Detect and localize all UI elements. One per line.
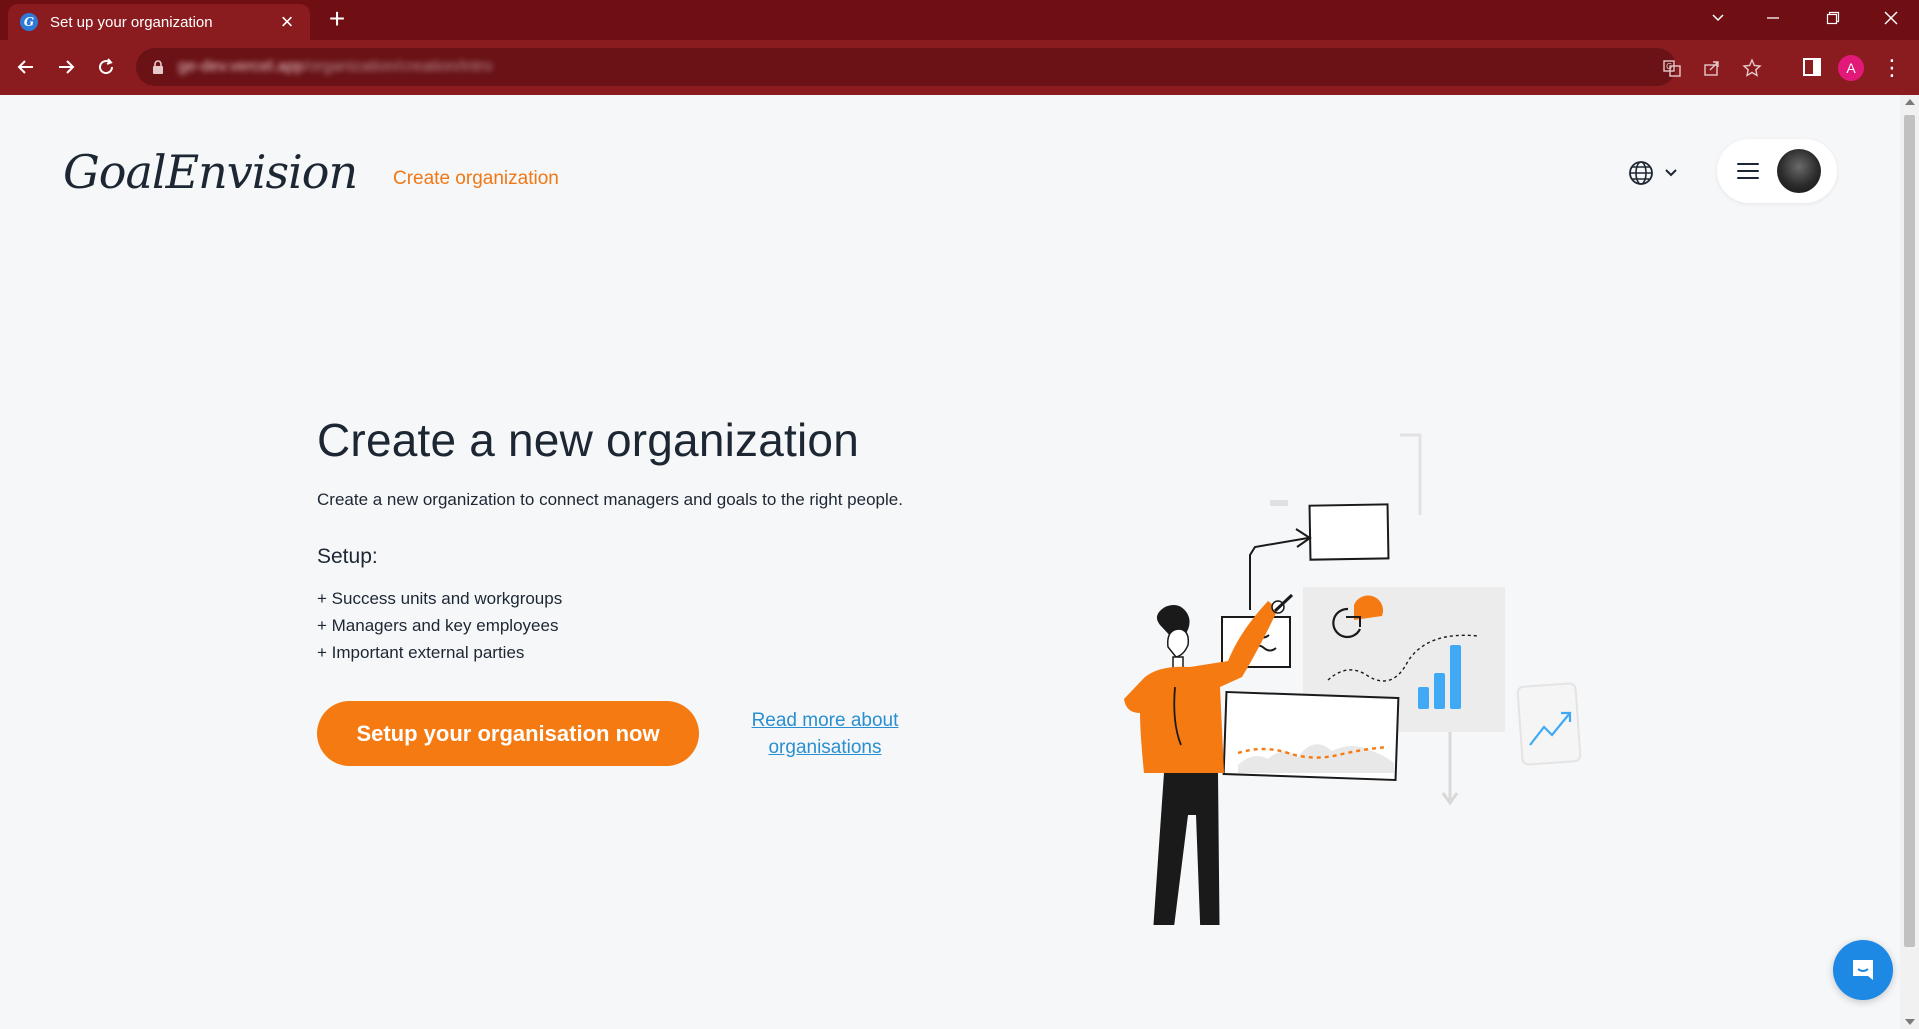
url-host: ge-dev.vercel.app (178, 58, 304, 75)
chevron-down-icon (1665, 169, 1677, 177)
scroll-up-icon[interactable] (1905, 99, 1915, 105)
browser-toolbar: ge-dev.vercel.app/organization/creation/… (0, 40, 1919, 95)
tab-search-icon[interactable] (1695, 0, 1741, 36)
setup-list: + Success units and workgroups + Manager… (317, 585, 562, 666)
tab-title: Set up your organization (50, 13, 213, 31)
page-content: GoalEnvision Create organization Create … (0, 95, 1900, 1029)
translate-icon[interactable]: G (1662, 58, 1682, 78)
minimize-window-icon[interactable] (1750, 0, 1796, 36)
list-item: + Important external parties (317, 643, 525, 662)
share-icon[interactable] (1702, 58, 1722, 78)
chat-launcher-button[interactable] (1833, 940, 1893, 1000)
browser-tab-bar: G Set up your organization × + (0, 0, 1919, 40)
setup-heading: Setup: (317, 545, 378, 568)
profile-avatar[interactable]: A (1838, 55, 1864, 81)
browser-menu-icon[interactable]: ⋮ (1880, 52, 1904, 84)
page-description: Create a new organization to connect man… (317, 490, 903, 509)
nav-create-organization[interactable]: Create organization (393, 168, 559, 190)
page-title: Create a new organization (317, 414, 859, 466)
new-tab-icon[interactable]: + (323, 5, 351, 34)
setup-organisation-button[interactable]: Setup your organisation now (317, 701, 699, 766)
url-path: /organization/creation/intro (304, 58, 493, 75)
user-menu-button[interactable] (1717, 139, 1837, 203)
chat-icon (1853, 960, 1873, 980)
scroll-thumb[interactable] (1904, 115, 1915, 947)
close-tab-icon[interactable]: × (276, 11, 298, 33)
page-scrollbar[interactable] (1900, 95, 1919, 1029)
forward-arrow-icon[interactable] (48, 49, 84, 85)
reload-icon[interactable] (88, 49, 124, 85)
goalenvision-logo[interactable]: GoalEnvision (63, 145, 358, 199)
bookmark-star-icon[interactable] (1742, 58, 1762, 78)
scroll-down-icon[interactable] (1905, 1019, 1915, 1025)
goalenvision-favicon-icon: G (20, 13, 38, 31)
list-item: + Success units and workgroups (317, 589, 563, 608)
side-panel-icon[interactable] (1800, 55, 1824, 79)
hamburger-icon (1737, 163, 1759, 179)
lock-icon (153, 60, 163, 74)
restore-window-icon[interactable] (1810, 0, 1856, 36)
list-item: + Managers and key employees (317, 616, 559, 635)
address-bar[interactable]: ge-dev.vercel.app/organization/creation/… (136, 48, 1762, 86)
back-arrow-icon[interactable] (8, 49, 44, 85)
browser-tab[interactable]: G Set up your organization × (8, 4, 310, 40)
close-window-icon[interactable] (1868, 0, 1914, 36)
user-avatar (1777, 149, 1821, 193)
read-more-link[interactable]: Read more about organisations (730, 707, 920, 761)
globe-icon (1629, 161, 1653, 185)
organization-illustration (1124, 433, 1582, 925)
language-selector[interactable] (1628, 155, 1678, 191)
svg-text:G: G (1666, 62, 1672, 71)
